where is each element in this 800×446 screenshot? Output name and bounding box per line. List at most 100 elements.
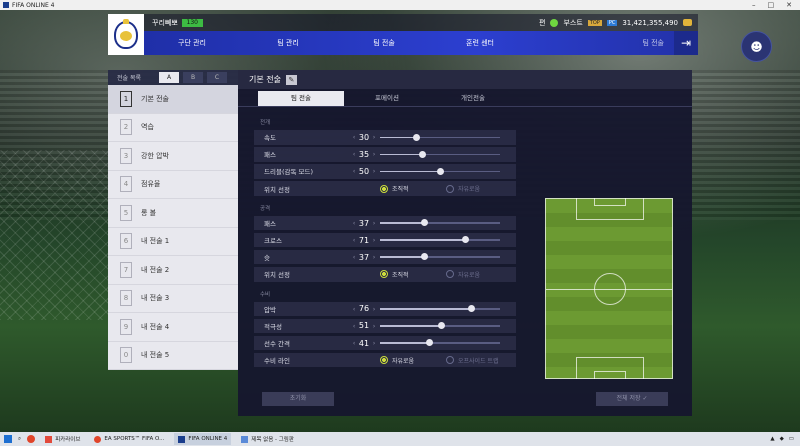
slot-c-button[interactable]: C	[207, 72, 227, 83]
tactic-item[interactable]: 8 내 전술 3	[108, 285, 238, 313]
search-icon[interactable]: ⌕	[18, 436, 21, 443]
nav-team-tactics[interactable]: 팀 전술	[336, 38, 432, 48]
increase-icon[interactable]: ›	[370, 253, 378, 261]
tactic-number: 4	[120, 176, 132, 193]
decrease-icon[interactable]: ‹	[350, 322, 358, 330]
tactic-item[interactable]: 4 점유율	[108, 171, 238, 199]
tactic-item[interactable]: 3 강한 압박	[108, 142, 238, 171]
setting-value: 35	[358, 149, 370, 159]
nav-club-management[interactable]: 구단 관리	[144, 38, 240, 48]
decrease-icon[interactable]: ‹	[350, 253, 358, 261]
notification-icon[interactable]: ▭	[789, 436, 794, 442]
exit-icon[interactable]: ⇥	[674, 31, 698, 55]
decrease-icon[interactable]: ‹	[350, 219, 358, 227]
tab-formation[interactable]: 포메이션	[344, 91, 430, 106]
taskbar-item[interactable]: EA SPORTS™ FIFA O...	[90, 433, 168, 445]
slider-knob[interactable]	[412, 133, 420, 141]
boost-label[interactable]: 부스트	[563, 18, 582, 28]
tactic-number: 7	[120, 261, 132, 278]
defense-line-label: 수비 라인	[264, 357, 290, 366]
radio-free-defense[interactable]: 자유로움	[380, 356, 414, 365]
edit-icon[interactable]: ✎	[285, 74, 297, 85]
increase-icon[interactable]: ›	[370, 133, 378, 141]
tactic-item[interactable]: 7 내 전술 2	[108, 256, 238, 285]
setting-slider[interactable]	[380, 167, 500, 175]
position-label: 위치 선정	[264, 185, 290, 194]
setting-slider[interactable]	[380, 322, 500, 330]
taskbar-label: 제목 없음 - 그림판	[251, 437, 294, 443]
tactic-item[interactable]: 0 내 전술 5	[108, 342, 238, 370]
tactic-list: 1 기본 전술 2 역습 3 강한 압박 4 점유율 5 롱 볼 6 내 전술 1 7 내 전…	[108, 85, 238, 370]
chrome-icon[interactable]	[27, 435, 36, 443]
setting-slider[interactable]	[380, 253, 500, 261]
slider-knob[interactable]	[418, 150, 426, 158]
slot-b-button[interactable]: B	[183, 72, 203, 83]
windows-start-icon[interactable]	[4, 435, 12, 443]
slider-knob[interactable]	[420, 253, 428, 261]
tactic-number: 1	[120, 90, 132, 107]
network-icon[interactable]: ▲	[770, 436, 774, 442]
increase-icon[interactable]: ›	[370, 322, 378, 330]
slider-knob[interactable]	[420, 219, 428, 227]
radio-offside-trap[interactable]: 오프사이드 트랩	[446, 356, 499, 365]
decrease-icon[interactable]: ‹	[350, 150, 358, 158]
nav-team-management[interactable]: 팀 관리	[240, 38, 336, 48]
decrease-icon[interactable]: ‹	[350, 133, 358, 141]
decrease-icon[interactable]: ‹	[350, 236, 358, 244]
windows-taskbar: ⌕ 피카라이브 EA SPORTS™ FIFA O... FIFA ONLINE…	[0, 432, 800, 446]
slider-knob[interactable]	[467, 305, 475, 313]
increase-icon[interactable]: ›	[370, 339, 378, 347]
tactic-item[interactable]: 2 역습	[108, 114, 238, 142]
setting-slider[interactable]	[380, 236, 500, 244]
decrease-icon[interactable]: ‹	[350, 339, 358, 347]
decrease-icon[interactable]: ‹	[350, 167, 358, 175]
taskbar-item[interactable]: 피카라이브	[41, 433, 84, 445]
friends-icon[interactable]: ☻	[741, 31, 772, 62]
slider-knob[interactable]	[461, 236, 469, 244]
save-all-button[interactable]: 전체 저장 ✓	[596, 392, 668, 406]
pc-badge: PC	[606, 19, 618, 26]
radio-label: 자유로움	[392, 357, 415, 365]
tab-team-tactics[interactable]: 팀 전술	[258, 91, 344, 106]
slider-knob[interactable]	[436, 167, 444, 175]
minimize-icon[interactable]: –	[752, 1, 756, 9]
tab-individual-tactics[interactable]: 개인전술	[430, 91, 516, 106]
panel-title: 기본 전술	[249, 75, 281, 84]
increase-icon[interactable]: ›	[370, 219, 378, 227]
increase-icon[interactable]: ›	[370, 236, 378, 244]
slot-a-button[interactable]: A	[159, 72, 179, 83]
increase-icon[interactable]: ›	[370, 167, 378, 175]
radio-organized[interactable]: 조직적	[380, 184, 409, 193]
increase-icon[interactable]: ›	[370, 305, 378, 313]
tactic-item[interactable]: 6 내 전술 1	[108, 228, 238, 256]
radio-organized[interactable]: 조직적	[380, 270, 409, 279]
setting-slider[interactable]	[380, 305, 500, 313]
decrease-icon[interactable]: ‹	[350, 305, 358, 313]
club-crest[interactable]	[108, 14, 144, 55]
tactic-item[interactable]: 5 롱 볼	[108, 199, 238, 228]
radio-free[interactable]: 자유로움	[446, 184, 480, 193]
setting-slider[interactable]	[380, 219, 500, 227]
setting-slider[interactable]	[380, 339, 500, 347]
setting-slider[interactable]	[380, 150, 500, 158]
taskbar-label: EA SPORTS™ FIFA O...	[104, 436, 165, 442]
volume-icon[interactable]: ◆	[780, 436, 784, 442]
pitch-preview	[545, 198, 673, 379]
setting-value: 51	[358, 321, 370, 331]
taskbar-item[interactable]: FIFA ONLINE 4	[174, 433, 232, 445]
maximize-icon[interactable]: □	[768, 1, 775, 9]
radio-free[interactable]: 자유로움	[446, 270, 480, 279]
increase-icon[interactable]: ›	[370, 150, 378, 158]
reset-button[interactable]: 초기화	[262, 392, 334, 406]
tactic-label: 역습	[141, 123, 154, 132]
setting-row: 선수 간격 ‹ 41 ›	[254, 335, 516, 351]
slider-knob[interactable]	[425, 339, 433, 347]
close-icon[interactable]: ✕	[786, 1, 792, 9]
setting-slider[interactable]	[380, 133, 500, 141]
slider-knob[interactable]	[437, 322, 445, 330]
setting-row: 패스 ‹ 35 ›	[254, 147, 516, 162]
nav-training-center[interactable]: 훈련 센터	[432, 38, 528, 48]
taskbar-item[interactable]: 제목 없음 - 그림판	[237, 433, 298, 445]
tactic-item[interactable]: 1 기본 전술	[108, 85, 238, 114]
tactic-item[interactable]: 9 내 전술 4	[108, 313, 238, 342]
